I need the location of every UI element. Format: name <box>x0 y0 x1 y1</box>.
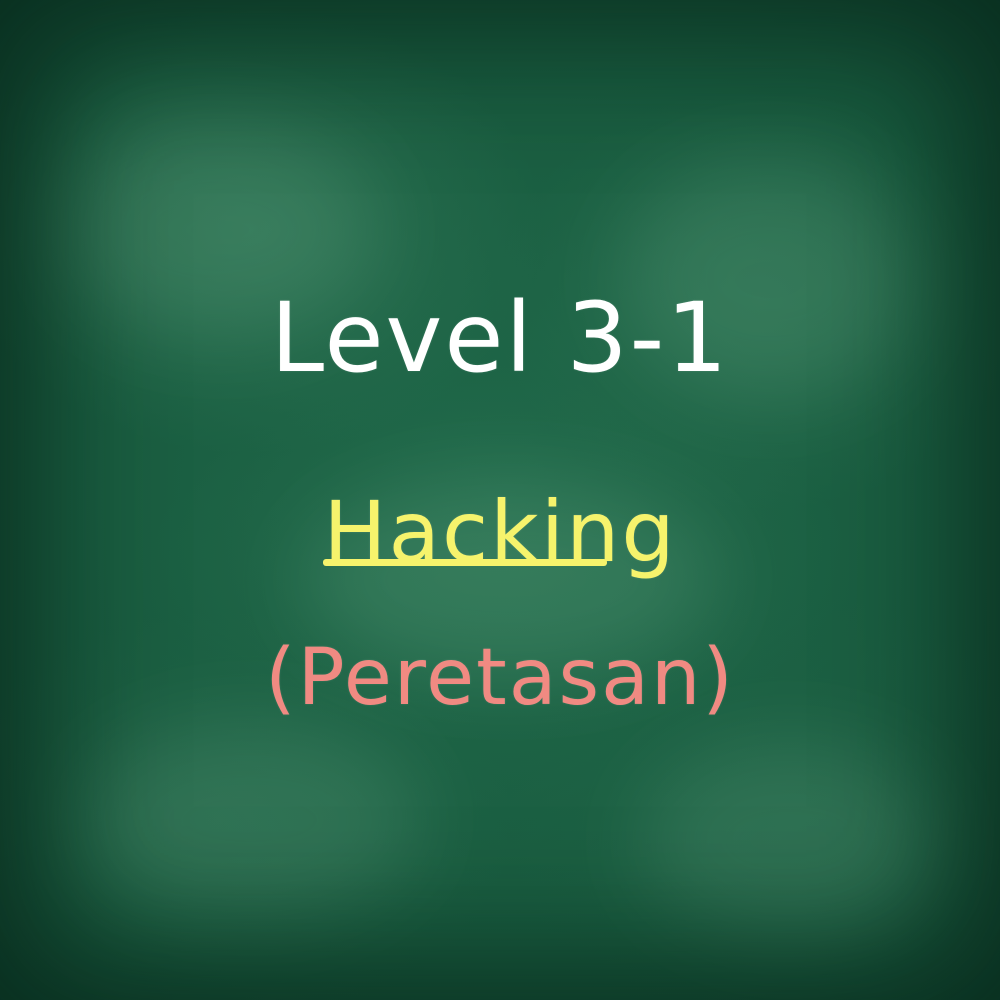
chalkboard: Level 3-1 Hacking (Peretasan) <box>0 0 1000 1000</box>
chalk-smudge <box>640 740 940 940</box>
topic-word: Hacking <box>323 482 676 582</box>
chalk-smudge <box>80 720 420 920</box>
topic-text: Hacking <box>323 483 677 581</box>
topic-heading: Hacking <box>0 482 1000 582</box>
topic-underline <box>323 559 607 566</box>
topic-translation: (Peretasan) <box>265 633 735 723</box>
level-title: Level 3-1 <box>270 282 730 394</box>
